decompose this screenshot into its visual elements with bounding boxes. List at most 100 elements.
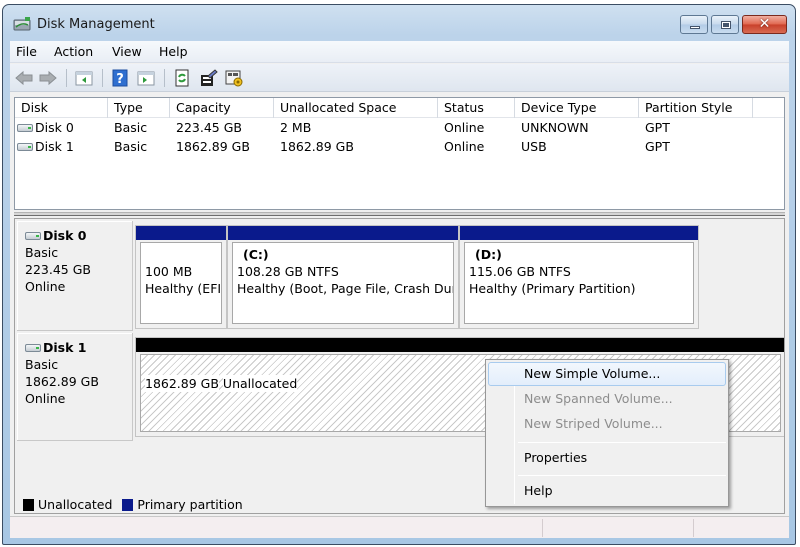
toolbar-separator [66, 69, 67, 87]
list-header: Disk Type Capacity Unallocated Space Sta… [15, 98, 784, 118]
disk-icon [17, 142, 33, 151]
primary-partition-bar [460, 226, 698, 240]
cell-capacity: 1862.89 GB [176, 139, 250, 154]
menu-item-properties[interactable]: Properties [488, 446, 726, 470]
partition-body: (C:) 108.28 GB NTFS Healthy (Boot, Page … [232, 242, 454, 324]
menu-item-new-spanned-volume[interactable]: New Spanned Volume... [488, 387, 726, 411]
disk-1-label[interactable]: Disk 1 Basic 1862.89 GB Online [17, 333, 133, 441]
cell-capacity: 223.45 GB [176, 120, 242, 135]
disk-type: Basic [25, 245, 59, 260]
disk-name: Disk 1 [35, 139, 74, 154]
cell-status: Online [444, 139, 485, 154]
disk-name: Disk 1 [43, 340, 87, 355]
table-row[interactable]: Disk 1 Basic 1862.89 GB 1862.89 GB Onlin… [15, 137, 784, 156]
column-header-capacity[interactable]: Capacity [170, 98, 274, 118]
context-menu: New Simple Volume... New Spanned Volume.… [485, 359, 729, 507]
close-icon: ✕ [758, 16, 771, 32]
refresh-icon[interactable] [172, 69, 192, 87]
partition-body: (D:) 115.06 GB NTFS Healthy (Primary Par… [464, 242, 694, 324]
cell-disk: Disk 0 [11, 118, 74, 137]
action-pane-icon[interactable] [136, 69, 156, 87]
menu-separator [518, 475, 726, 476]
partition-d[interactable]: (D:) 115.06 GB NTFS Healthy (Primary Par… [459, 225, 699, 329]
properties-icon[interactable] [198, 69, 218, 87]
legend-primary-partition: Primary partition [137, 497, 243, 512]
column-header-status[interactable]: Status [438, 98, 515, 118]
disk-type: Basic [25, 357, 59, 372]
partition-size: 1862.89 GB [145, 375, 219, 392]
menu-view[interactable]: View [112, 44, 142, 59]
partition-size: 108.28 GB NTFS [237, 264, 339, 279]
partition-body: 100 MB Healthy (EFI [140, 242, 222, 324]
menu-separator [518, 442, 726, 443]
disk-status: Online [25, 391, 66, 406]
minimize-icon [690, 26, 700, 29]
cell-status: Online [444, 120, 485, 135]
cell-device-type: UNKNOWN [521, 120, 589, 135]
status-divider [542, 519, 543, 537]
primary-partition-bar [228, 226, 458, 240]
title-bar[interactable]: Disk Management ✕ [3, 5, 795, 41]
cell-partition-style: GPT [645, 120, 670, 135]
cell-type: Basic [114, 120, 148, 135]
disk-status: Online [25, 279, 66, 294]
disk-size: 223.45 GB [25, 262, 91, 277]
disk-icon [25, 343, 41, 352]
column-header-partition-style[interactable]: Partition Style [639, 98, 753, 118]
disk-management-icon [13, 17, 31, 31]
status-bar [10, 516, 789, 538]
minimize-button[interactable] [680, 15, 708, 34]
menu-item-new-simple-volume[interactable]: New Simple Volume... [488, 362, 726, 386]
back-arrow-icon[interactable] [14, 69, 34, 87]
legend: Unallocated Primary partition [23, 497, 249, 512]
cell-unallocated: 2 MB [280, 120, 312, 135]
unallocated-swatch [23, 499, 34, 511]
forward-arrow-icon[interactable] [38, 69, 58, 87]
pane-splitter[interactable] [14, 212, 785, 216]
table-row[interactable]: Disk 0 Basic 223.45 GB 2 MB Online UNKNO… [15, 118, 784, 137]
menu-help[interactable]: Help [159, 44, 188, 59]
cell-type: Basic [114, 139, 148, 154]
legend-unallocated: Unallocated [38, 497, 113, 512]
unallocated-bar [136, 338, 784, 352]
partition-c[interactable]: (C:) 108.28 GB NTFS Healthy (Boot, Page … [227, 225, 459, 329]
toolbar-separator [164, 69, 165, 87]
volume-label: (D:) [475, 247, 502, 262]
menu-item-new-striped-volume[interactable]: New Striped Volume... [488, 412, 726, 436]
menu-item-help[interactable]: Help [488, 479, 726, 503]
close-button[interactable]: ✕ [742, 15, 787, 34]
partition-size: 115.06 GB NTFS [469, 264, 571, 279]
status-divider [693, 519, 694, 537]
partition-status: Unallocated [222, 375, 298, 392]
primary-partition-swatch [122, 499, 134, 511]
disk-0-label[interactable]: Disk 0 Basic 223.45 GB Online [17, 221, 133, 331]
column-header-disk[interactable]: Disk [15, 98, 108, 118]
cell-device-type: USB [521, 139, 547, 154]
maximize-button[interactable] [711, 15, 739, 34]
disk-name: Disk 0 [35, 120, 74, 135]
menu-action[interactable]: Action [54, 44, 93, 59]
maximize-icon [721, 21, 731, 29]
partition-efi[interactable]: 100 MB Healthy (EFI [135, 225, 227, 329]
column-header-type[interactable]: Type [108, 98, 170, 118]
disk-name: Disk 0 [43, 228, 87, 243]
cell-disk: Disk 1 [11, 137, 74, 156]
toolbar-separator [102, 69, 103, 87]
partition-status: Healthy (Primary Partition) [469, 281, 636, 296]
help-icon[interactable]: ? [110, 69, 130, 87]
toolbar: ? [10, 64, 789, 92]
menu-file[interactable]: File [16, 44, 37, 59]
cell-partition-style: GPT [645, 139, 670, 154]
disk-icon [17, 123, 33, 132]
console-tree-icon[interactable] [74, 69, 94, 87]
disk-icon [25, 231, 41, 240]
menu-bar: File Action View Help [10, 41, 789, 63]
volume-label: (C:) [243, 247, 269, 262]
settings-icon[interactable] [224, 69, 244, 87]
column-header-unallocated-space[interactable]: Unallocated Space [274, 98, 438, 118]
svg-text:?: ? [116, 72, 124, 87]
partition-size: 100 MB [145, 264, 193, 279]
window-title: Disk Management [37, 17, 155, 32]
primary-partition-bar [136, 226, 226, 240]
column-header-device-type[interactable]: Device Type [515, 98, 639, 118]
